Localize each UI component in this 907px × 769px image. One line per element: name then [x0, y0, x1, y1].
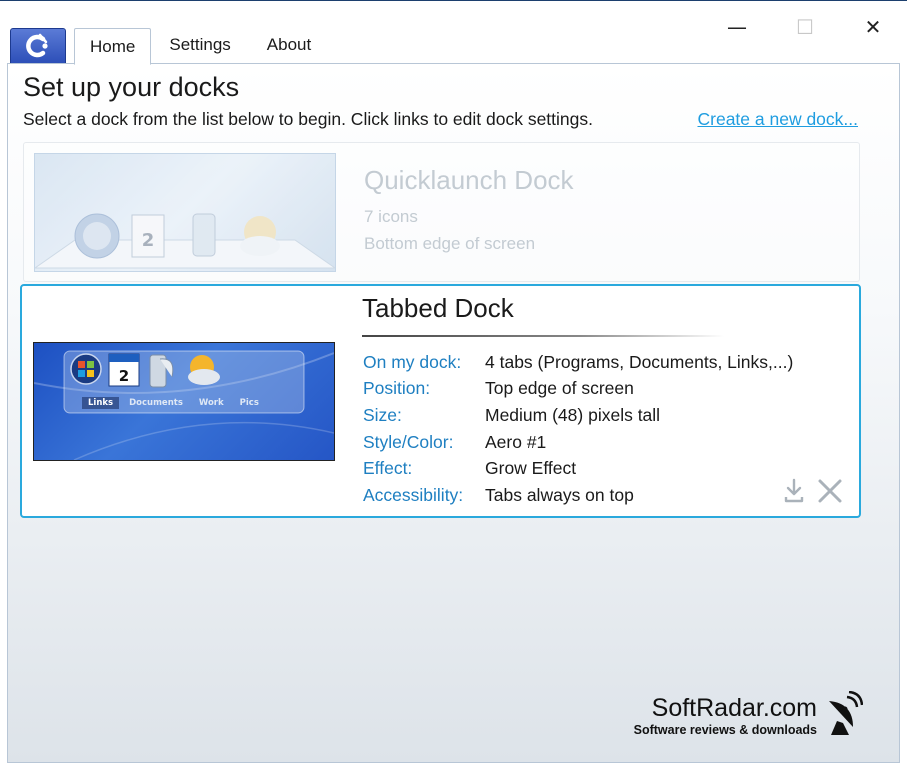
preview-tab-pics: Pics: [239, 398, 259, 408]
page-title: Set up your docks: [23, 72, 240, 102]
property-link-on-my-dock[interactable]: On my dock:: [363, 352, 485, 373]
tab-home[interactable]: Home: [74, 28, 152, 65]
softradar-watermark: SoftRadar.com Software reviews & downloa…: [634, 690, 875, 738]
title-divider: [362, 335, 724, 337]
property-link-style-color[interactable]: Style/Color:: [363, 432, 485, 453]
watermark-title: SoftRadar.com: [651, 694, 817, 722]
preview-tab-work: Work: [198, 398, 224, 408]
property-value: 4 tabs (Programs, Documents, Links,...): [485, 351, 794, 372]
svg-text:2: 2: [119, 367, 129, 385]
property-value: Medium (48) pixels tall: [485, 404, 661, 425]
property-row: Effect: Grow Effect: [363, 455, 793, 482]
property-link-position[interactable]: Position:: [363, 378, 485, 399]
download-icon[interactable]: [780, 477, 808, 505]
property-link-effect[interactable]: Effect:: [363, 458, 485, 479]
dock-position: Bottom edge of screen: [364, 234, 536, 253]
dock-icon-count: 7 icons: [364, 207, 418, 226]
preview-tab-strip: Links Documents Work Pics: [82, 397, 265, 409]
dock-card-quicklaunch[interactable]: 2 Quicklaunch Dock 7 icons Bottom edge o…: [23, 142, 860, 282]
property-row: Style/Color: Aero #1: [363, 429, 793, 456]
property-value: Top edge of screen: [485, 378, 634, 399]
svg-text:2: 2: [142, 230, 155, 251]
dock-preview-quicklaunch: 2: [34, 153, 336, 272]
property-row: Size: Medium (48) pixels tall: [363, 402, 793, 429]
window-controls: — ☐ ✕: [703, 1, 907, 53]
dock-card-tabbed[interactable]: 2 Links Documents Work Pics Tabbed Dock …: [20, 284, 861, 518]
maximize-button[interactable]: ☐: [771, 1, 839, 53]
property-value: Aero #1: [485, 431, 547, 452]
tab-bar: Home Settings About: [74, 28, 329, 65]
tab-settings[interactable]: Settings: [151, 28, 248, 62]
remove-icon[interactable]: [816, 477, 844, 505]
property-value: Grow Effect: [485, 458, 577, 479]
satellite-dish-icon: [823, 690, 864, 737]
close-button[interactable]: ✕: [839, 1, 907, 53]
dock-name-quicklaunch[interactable]: Quicklaunch Dock: [364, 165, 574, 196]
create-dock-link[interactable]: Create a new dock...: [698, 109, 859, 130]
app-logo-icon[interactable]: [10, 28, 66, 64]
dock-name-tabbed[interactable]: Tabbed Dock: [362, 293, 514, 324]
home-panel: Set up your docks Select a dock from the…: [7, 63, 900, 763]
app-window: — ☐ ✕ Home Settings About Set up your do…: [0, 0, 907, 769]
property-row: Position: Top edge of screen: [363, 376, 793, 403]
property-link-size[interactable]: Size:: [363, 405, 485, 426]
page-subtitle: Select a dock from the list below to beg…: [23, 109, 593, 129]
minimize-button[interactable]: —: [703, 1, 771, 53]
preview-tab-links: Links: [82, 397, 120, 409]
property-row: On my dock: 4 tabs (Programs, Documents,…: [363, 349, 793, 376]
dock-properties: On my dock: 4 tabs (Programs, Documents,…: [363, 349, 793, 509]
tab-about[interactable]: About: [249, 28, 329, 62]
dock-preview-tabbed: 2 Links Documents Work Pics: [33, 342, 335, 461]
property-value: Tabs always on top: [485, 484, 634, 505]
watermark-subtitle: Software reviews & downloads: [633, 723, 817, 737]
property-row: Accessibility: Tabs always on top: [363, 482, 793, 509]
preview-tab-documents: Documents: [129, 398, 183, 408]
property-link-accessibility[interactable]: Accessibility:: [363, 485, 485, 506]
